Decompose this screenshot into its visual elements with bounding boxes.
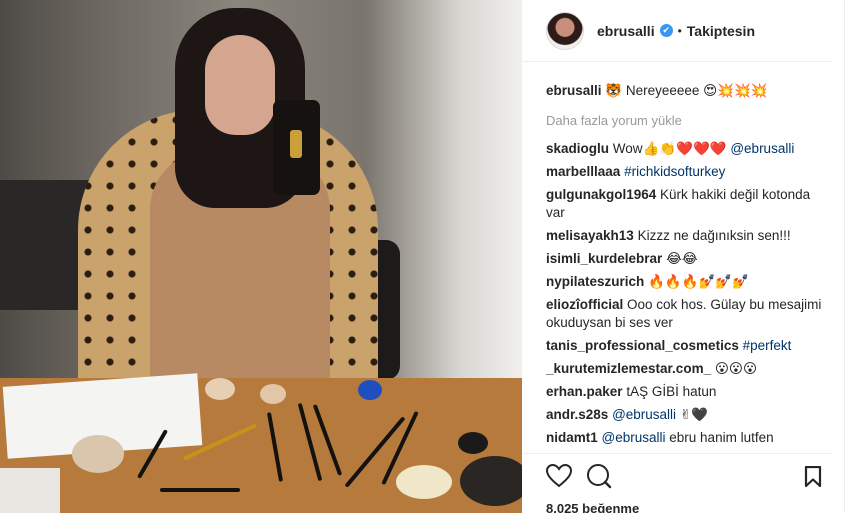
comment-username[interactable]: isimli_kurdelebrar xyxy=(546,251,662,266)
comment-text: tAŞ GİBİ hatun xyxy=(626,384,717,399)
caption-username[interactable]: ebrusalli xyxy=(546,83,602,98)
comment-text: Wow👍👏❤️❤️❤️ xyxy=(612,141,731,156)
comment-username[interactable]: erhan.paker xyxy=(546,384,623,399)
comment-row: tanis_professional_cosmetics #perfekt xyxy=(546,337,832,355)
comment-username[interactable]: gulgunakgol1964 xyxy=(546,187,656,202)
comment-row: isimli_kurdelebrar 😂😂 xyxy=(546,250,832,268)
verified-badge-icon: ✔ xyxy=(659,24,673,37)
photo-jar xyxy=(260,384,286,404)
comment-tag-link[interactable]: #richkidsofturkey xyxy=(624,164,725,179)
post-actions: 8.025 beğenme xyxy=(522,453,832,513)
comment-username[interactable]: skadioglu xyxy=(546,141,609,156)
follow-status-button[interactable]: Takiptesin xyxy=(687,23,755,39)
photo-jar xyxy=(72,435,124,473)
comment-text: 🔥🔥🔥💅💅💅 xyxy=(648,274,749,289)
header-username[interactable]: ebrusalli xyxy=(597,23,655,39)
comments-section[interactable]: ebrusalli 🐯 Nereyeeeee 😍💥💥💥 Daha fazla y… xyxy=(522,62,844,453)
photo-face xyxy=(205,35,275,135)
comment-row: nypilateszurich 🔥🔥🔥💅💅💅 xyxy=(546,273,832,291)
load-more-comments-link[interactable]: Daha fazla yorum yükle xyxy=(546,113,832,128)
photo-brush xyxy=(160,488,240,492)
photo-jar xyxy=(458,432,488,454)
comment-tag-link[interactable]: @ebrusalli xyxy=(730,141,794,156)
comment-text: 😮😮😮 xyxy=(714,361,758,376)
photo-jar xyxy=(358,380,382,400)
comment-username[interactable]: _kurutemizlemestar.com_ xyxy=(546,361,711,376)
comment-row: gulgunakgol1964 Kürk hakiki değil kotond… xyxy=(546,186,832,222)
comment-row: nidamt1 @ebrusalli ebru hanim lutfen xyxy=(546,429,832,447)
post-sidebar: ebrusalli ✔ • Takiptesin ebrusalli 🐯 Ner… xyxy=(522,0,844,513)
comment-username[interactable]: tanis_professional_cosmetics xyxy=(546,338,739,353)
comment-tag-link[interactable]: @ebrusalli xyxy=(612,407,676,422)
photo-phone xyxy=(273,100,320,195)
photo-jar xyxy=(396,465,452,499)
comment-row: _kurutemizlemestar.com_ 😮😮😮 xyxy=(546,360,832,378)
comment-list: skadioglu Wow👍👏❤️❤️❤️ @ebrusalli marbelll… xyxy=(546,140,832,447)
like-count[interactable]: 8.025 beğenme xyxy=(546,501,832,513)
comment-text: 😂😂 xyxy=(666,251,698,266)
heart-icon[interactable] xyxy=(545,463,573,491)
comment-tag-link[interactable]: #perfekt xyxy=(743,338,792,353)
comment-username[interactable]: nidamt1 xyxy=(546,430,598,445)
comment-icon[interactable] xyxy=(586,463,612,492)
separator-dot: • xyxy=(677,23,682,38)
comment-username[interactable]: melisayakh13 xyxy=(546,228,634,243)
comment-text: Kizzz ne dağınıksin sen!!! xyxy=(637,228,791,243)
post-header: ebrusalli ✔ • Takiptesin xyxy=(522,0,832,62)
comment-text: ✌🖤 xyxy=(679,407,708,422)
comment-row: marbelllaaa #richkidsofturkey xyxy=(546,163,832,181)
post-container: ebrusalli ✔ • Takiptesin ebrusalli 🐯 Ner… xyxy=(0,0,845,513)
photo-jar xyxy=(460,456,522,506)
comment-username[interactable]: nypilateszurich xyxy=(546,274,644,289)
comment-username[interactable]: marbelllaaa xyxy=(546,164,620,179)
comment-row: andr.s28s @ebrusalli ✌🖤 xyxy=(546,406,832,424)
comment-username[interactable]: eliozîofficial xyxy=(546,297,623,312)
comment-text: ebru hanim lutfen xyxy=(669,430,774,445)
comment-username[interactable]: andr.s28s xyxy=(546,407,608,422)
comment-row: skadioglu Wow👍👏❤️❤️❤️ @ebrusalli xyxy=(546,140,832,158)
bookmark-icon[interactable] xyxy=(804,465,822,491)
comment-row: melisayakh13 Kizzz ne dağınıksin sen!!! xyxy=(546,227,832,245)
photo-box xyxy=(0,468,60,513)
avatar[interactable] xyxy=(546,11,584,50)
comment-row: erhan.paker tAŞ GİBİ hatun xyxy=(546,383,832,401)
comment-row: eliozîofficial Ooo cok hos. Gülay bu mes… xyxy=(546,296,832,332)
post-photo[interactable] xyxy=(0,0,522,513)
photo-jar xyxy=(205,378,235,400)
caption-text: 🐯 Nereyeeeee 😍💥💥💥 xyxy=(605,83,768,98)
post-caption: ebrusalli 🐯 Nereyeeeee 😍💥💥💥 xyxy=(546,82,832,100)
comment-tag-link[interactable]: @ebrusalli xyxy=(602,430,666,445)
